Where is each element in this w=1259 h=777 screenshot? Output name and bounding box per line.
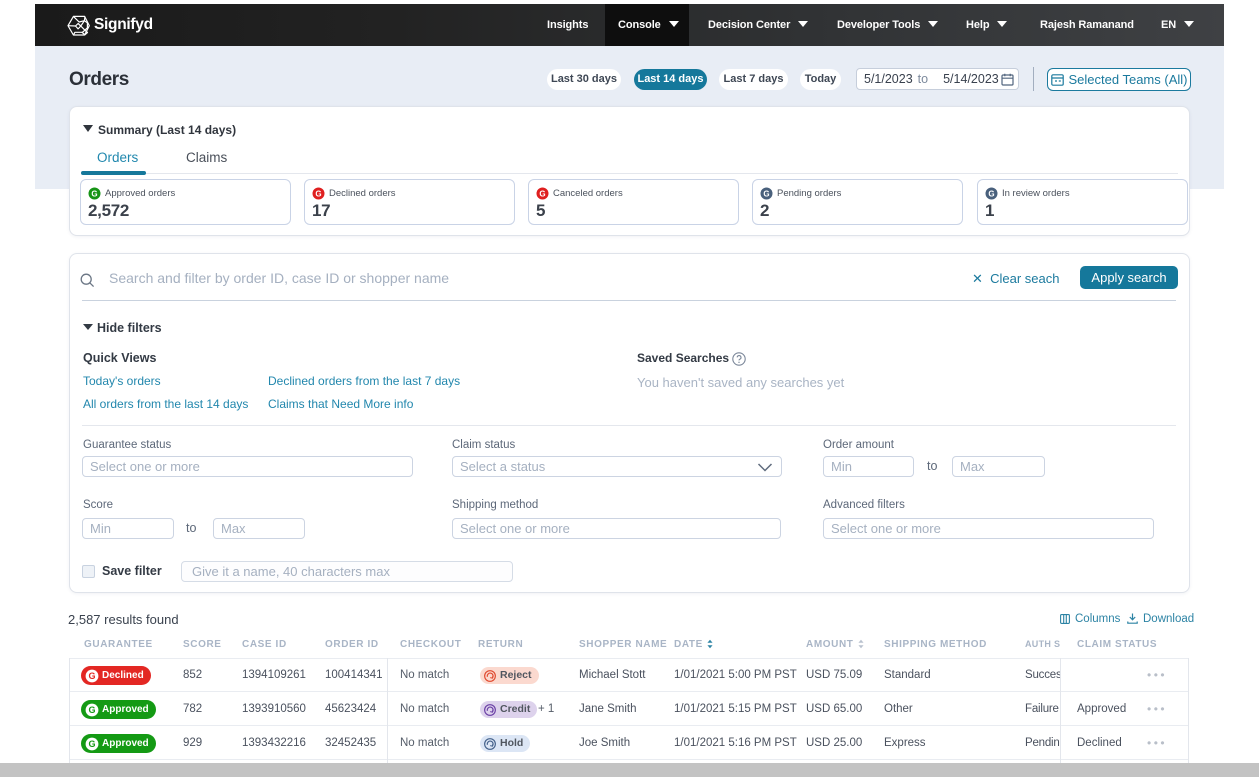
svg-text:G: G <box>88 705 95 715</box>
svg-text:G: G <box>988 189 994 198</box>
svg-text:G: G <box>315 189 321 198</box>
svg-text:G: G <box>88 671 95 681</box>
svg-text:G: G <box>88 739 95 749</box>
svg-text:G: G <box>91 189 97 198</box>
svg-text:G: G <box>763 189 769 198</box>
svg-text:G: G <box>539 189 545 198</box>
